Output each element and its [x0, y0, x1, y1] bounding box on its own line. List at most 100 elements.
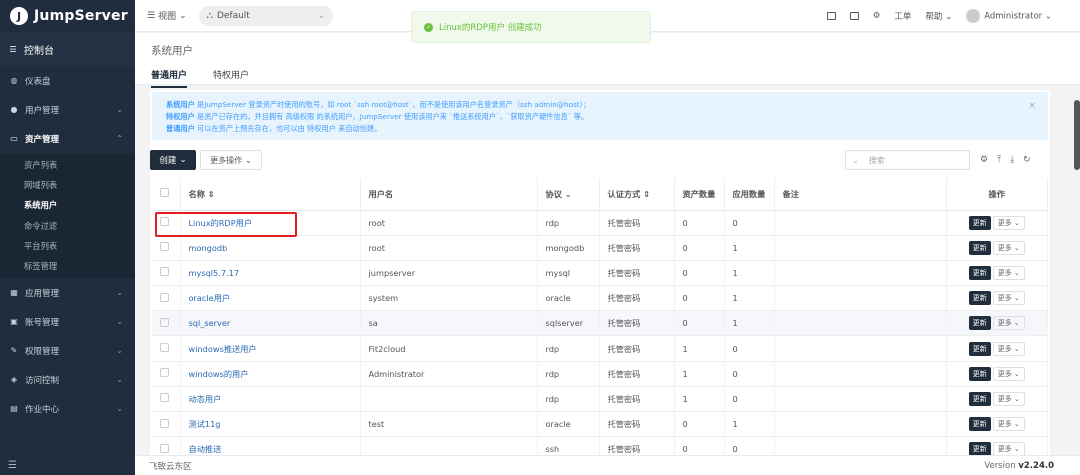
- row-checkbox-cell[interactable]: [152, 235, 181, 261]
- refresh-icon[interactable]: ↻: [1023, 155, 1031, 165]
- close-icon[interactable]: ×: [1028, 100, 1036, 112]
- collapse-sidebar-icon[interactable]: ☰: [0, 455, 135, 475]
- col-auth[interactable]: 认证方式 ⇕: [599, 178, 675, 211]
- more-actions-label: 更多操作: [210, 155, 243, 165]
- submenu-asset-list[interactable]: 资产列表: [0, 155, 135, 175]
- system-user-link[interactable]: 测试11g: [189, 419, 221, 429]
- sidebar-item-users[interactable]: ● 用户管理 ⌄: [0, 95, 135, 124]
- select-all-checkbox-cell[interactable]: [152, 178, 181, 211]
- help-menu[interactable]: 帮助 ⌄: [925, 10, 952, 22]
- col-name[interactable]: 名称 ⇕: [180, 178, 361, 211]
- tab-privileged-users[interactable]: 特权用户: [213, 68, 249, 88]
- update-button[interactable]: 更新: [968, 366, 991, 381]
- row-checkbox-cell[interactable]: [152, 411, 181, 438]
- search-input[interactable]: ⌄ 搜索: [845, 150, 970, 170]
- sidebar-item-dashboard[interactable]: ◍ 仪表盘: [0, 66, 135, 95]
- update-button[interactable]: 更新: [968, 265, 991, 280]
- sidebar-item-jobs[interactable]: ▤ 作业中心 ⌄: [0, 394, 135, 423]
- row-more-button[interactable]: 更多 ⌄: [992, 366, 1025, 381]
- more-actions-button[interactable]: 更多操作 ⌄: [200, 150, 262, 170]
- submenu-command-filter[interactable]: 命令过滤: [0, 216, 135, 236]
- system-user-link[interactable]: 自动推送: [189, 444, 222, 454]
- auth-cell: 托管密码: [599, 285, 675, 312]
- system-user-link[interactable]: sql_server: [189, 318, 231, 328]
- row-checkbox[interactable]: [160, 368, 169, 378]
- row-more-button[interactable]: 更多 ⌄: [992, 316, 1025, 331]
- row-checkbox[interactable]: [160, 267, 169, 277]
- row-checkbox-cell[interactable]: [152, 285, 181, 312]
- row-checkbox-cell[interactable]: [152, 386, 181, 413]
- system-user-link[interactable]: mongodb: [189, 243, 228, 253]
- sidebar-item-apps[interactable]: ▦ 应用管理 ⌄: [0, 278, 135, 307]
- filter-icon[interactable]: ⌄: [565, 189, 572, 199]
- sidebar-item-accounts[interactable]: ▣ 账号管理 ⌄: [0, 307, 135, 336]
- row-checkbox[interactable]: [160, 393, 169, 403]
- row-more-button[interactable]: 更多 ⌄: [992, 391, 1025, 406]
- row-checkbox-cell[interactable]: [152, 361, 181, 387]
- create-button[interactable]: 创建 ⌄: [150, 150, 196, 170]
- system-user-link[interactable]: windows的用户: [189, 369, 249, 379]
- console-switch[interactable]: ☰ 控制台: [0, 32, 135, 66]
- system-user-link[interactable]: windows推送用户: [189, 344, 257, 354]
- sidebar-item-access-control[interactable]: ◈ 访问控制 ⌄: [0, 365, 135, 394]
- sort-icon[interactable]: ⇕: [643, 189, 650, 199]
- update-button[interactable]: 更新: [968, 341, 991, 356]
- sort-icon[interactable]: ⇕: [208, 189, 215, 199]
- assets-count-cell: 1: [674, 335, 725, 362]
- row-more-button[interactable]: 更多 ⌄: [992, 291, 1025, 306]
- update-button[interactable]: 更新: [968, 417, 991, 432]
- submenu-system-users[interactable]: 系统用户: [0, 195, 135, 215]
- update-button[interactable]: 更新: [968, 391, 991, 406]
- row-more-button[interactable]: 更多 ⌄: [992, 341, 1025, 356]
- update-button[interactable]: 更新: [968, 215, 991, 230]
- row-checkbox-cell[interactable]: [152, 310, 181, 337]
- user-menu[interactable]: Administrator ⌄: [966, 9, 1052, 23]
- brand[interactable]: J JumpServer: [0, 0, 135, 32]
- system-user-link[interactable]: 动态用户: [189, 394, 222, 404]
- mail-icon[interactable]: [826, 12, 836, 20]
- select-all-checkbox[interactable]: [160, 188, 169, 198]
- update-button[interactable]: 更新: [968, 291, 991, 306]
- comment-cell: [774, 411, 947, 438]
- row-checkbox-cell[interactable]: [152, 260, 181, 287]
- organization-select[interactable]: ⛬ Default ⌄: [198, 5, 333, 26]
- row-checkbox-cell[interactable]: [152, 335, 181, 362]
- row-more-button[interactable]: 更多 ⌄: [992, 417, 1025, 432]
- more-label: 更多: [997, 445, 1012, 454]
- workorder-link[interactable]: 工单: [894, 10, 911, 22]
- system-user-link[interactable]: mysql5.7.17: [189, 268, 240, 278]
- view-switch[interactable]: ☰ 视图 ⌄: [147, 9, 187, 23]
- terminal-icon[interactable]: [849, 12, 859, 20]
- update-button[interactable]: 更新: [968, 316, 991, 331]
- row-checkbox[interactable]: [160, 418, 169, 428]
- sidebar-item-permissions[interactable]: ✎ 权限管理 ⌄: [0, 336, 135, 365]
- settings-icon[interactable]: ⚙: [980, 155, 988, 165]
- update-button[interactable]: 更新: [968, 240, 991, 255]
- row-checkbox[interactable]: [160, 317, 169, 327]
- row-checkbox[interactable]: [160, 343, 169, 353]
- submenu-platform-list[interactable]: 平台列表: [0, 236, 135, 256]
- sidebar-item-assets[interactable]: ▭ 资产管理 ⌃: [0, 124, 135, 153]
- col-protocol[interactable]: 协议 ⌄: [537, 178, 600, 211]
- row-more-button[interactable]: 更多 ⌄: [992, 215, 1025, 230]
- comment-cell: [774, 310, 947, 337]
- scrollbar[interactable]: [1074, 100, 1080, 170]
- settings-icon[interactable]: ⚙: [873, 11, 881, 21]
- success-check-icon: ✓: [424, 22, 433, 32]
- system-user-link[interactable]: oracle用户: [189, 293, 231, 303]
- row-checkbox[interactable]: [160, 443, 169, 453]
- name-cell: windows的用户: [180, 361, 361, 387]
- tab-normal-users[interactable]: 普通用户: [151, 68, 188, 88]
- row-checkbox[interactable]: [160, 292, 169, 302]
- actions-cell: 更新 更多 ⌄: [946, 285, 1048, 312]
- upload-icon[interactable]: ⤒: [997, 155, 1001, 165]
- download-icon[interactable]: ⤓: [1010, 155, 1014, 165]
- row-more-button[interactable]: 更多 ⌄: [992, 265, 1025, 280]
- chevron-up-icon: ⌃: [116, 134, 123, 143]
- submenu-label-management[interactable]: 标签管理: [0, 256, 135, 276]
- actions-cell: 更新 更多 ⌄: [946, 210, 1048, 236]
- submenu-domain-list[interactable]: 网域列表: [0, 175, 135, 195]
- row-checkbox[interactable]: [160, 242, 169, 252]
- row-more-button[interactable]: 更多 ⌄: [992, 240, 1025, 255]
- auth-cell: 托管密码: [599, 235, 675, 261]
